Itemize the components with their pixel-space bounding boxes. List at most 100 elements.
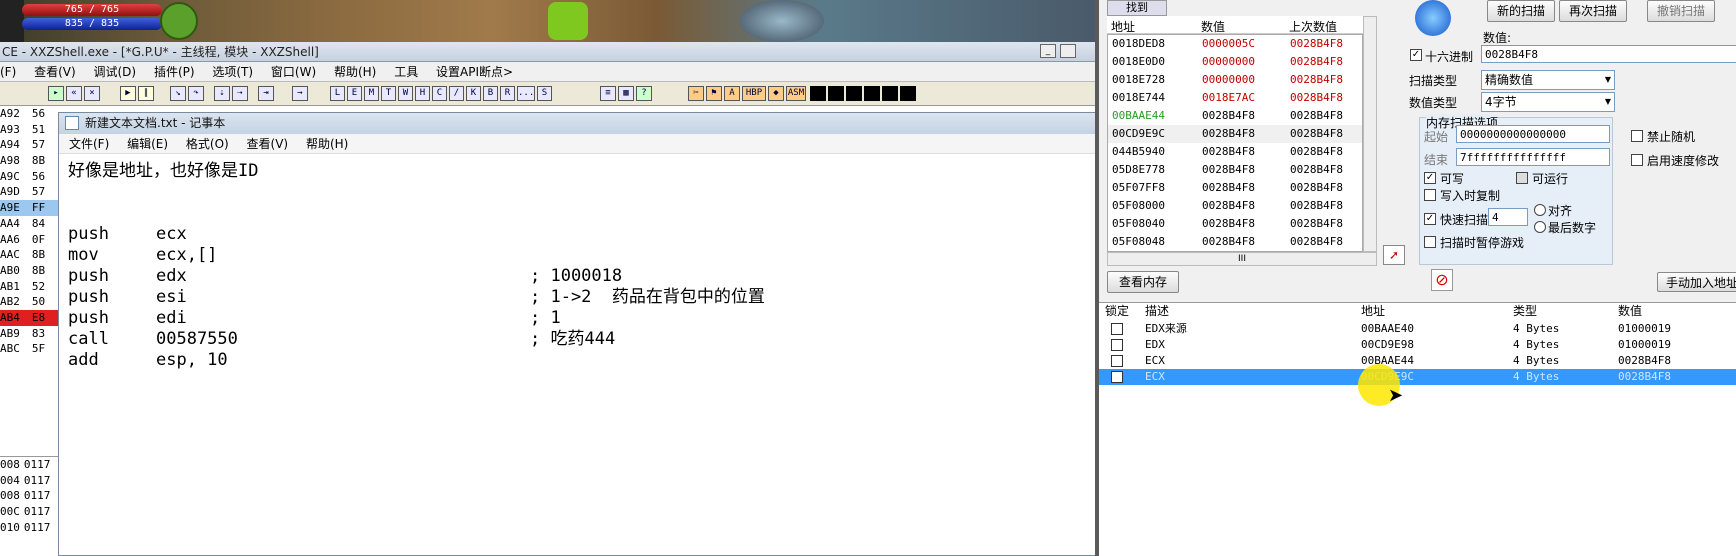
col-address[interactable]: 地址 [1111,18,1135,35]
stop-address-input[interactable]: 7fffffffffffffff [1456,148,1610,166]
writable-checkbox[interactable]: ✓ [1424,172,1436,184]
toolbar-letter-r[interactable]: R [500,86,515,101]
result-row[interactable]: 00BAAE44 0028B4F8 0028B4F8 [1108,107,1362,125]
disasm-row[interactable]: A92 56 [0,106,60,122]
col-type[interactable]: 类型 [1513,303,1537,320]
results-hscroll[interactable]: III [1107,252,1377,266]
result-row[interactable]: 0018DED8 0000005C 0028B4F8 [1108,35,1362,53]
add-to-list-arrow-icon[interactable]: ➚ [1383,245,1405,265]
plugin-icon-4[interactable]: ◆ [768,86,784,101]
toolbar-letter-h[interactable]: H [415,86,430,101]
last-digits-radio[interactable] [1534,221,1546,233]
lock-checkbox[interactable] [1111,323,1123,335]
next-scan-button[interactable]: 再次扫描 [1559,0,1627,22]
disasm-row[interactable]: AB4 E8 [0,309,60,326]
notepad-menu-help[interactable]: 帮助(H) [306,137,348,151]
value-input[interactable]: 0028B4F8 [1481,45,1736,63]
dump-row[interactable]: 010 0117 [0,520,60,536]
menu-view[interactable]: 查看(V) [34,65,76,79]
no-random-checkbox[interactable] [1631,130,1643,142]
hbp-icon[interactable]: HBP [742,86,766,101]
menu-file[interactable]: (F) [0,65,16,79]
menu-help[interactable]: 帮助(H) [334,65,376,79]
toolbar-letter-c[interactable]: C [432,86,447,101]
disasm-row[interactable]: AB2 50 [0,294,60,310]
lock-checkbox[interactable] [1111,339,1123,351]
disasm-row[interactable]: ABC 5F [0,341,60,357]
menu-window[interactable]: 窗口(W) [271,65,316,79]
maximize-button[interactable] [1060,44,1076,58]
found-tab[interactable]: 找到 [1107,0,1167,16]
toolbar-letter-k[interactable]: K [466,86,481,101]
asm-icon[interactable]: ASM [786,86,806,101]
result-row[interactable]: 05F08040 0028B4F8 0028B4F8 [1108,215,1362,233]
fast-scan-checkbox[interactable]: ✓ [1424,213,1436,225]
open-icon[interactable]: ▸ [48,86,64,101]
help-icon[interactable]: ? [636,86,652,101]
menu-set-api-breakpoint[interactable]: 设置API断点> [436,65,513,79]
stop-icon[interactable]: ⊘ [1431,269,1453,291]
toolbar-blank-3[interactable] [846,86,862,101]
toolbar-blank-2[interactable] [828,86,844,101]
disasm-row[interactable]: A9C 56 [0,169,60,185]
disasm-row[interactable]: A9E FF [0,200,60,216]
plugin-icon-3[interactable]: A [724,86,740,101]
lock-checkbox[interactable] [1111,355,1123,367]
minimize-button[interactable]: _ [1040,44,1056,58]
notepad-menu-view[interactable]: 查看(V) [247,137,289,151]
rewind-icon[interactable]: « [66,86,82,101]
result-row[interactable]: 0018E744 0018E7AC 0028B4F8 [1108,89,1362,107]
toolbar-blank-6[interactable] [900,86,916,101]
table-row[interactable]: ECX00CD9E9C4 Bytes0028B4F8 [1099,369,1736,385]
toolbar-letter-t[interactable]: T [381,86,396,101]
plugin-icon-2[interactable]: ⚑ [706,86,722,101]
col-lock[interactable]: 锁定 [1105,303,1129,320]
dump-row[interactable]: 008 0117 [0,457,60,473]
result-row[interactable]: 05F07FF8 0028B4F8 0028B4F8 [1108,179,1362,197]
add-address-manually-button[interactable]: 手动加入地址 [1657,272,1736,292]
col-description[interactable]: 描述 [1145,303,1169,320]
disasm-row[interactable]: AB9 83 [0,326,60,342]
result-row[interactable]: 0018E0D0 00000000 0028B4F8 [1108,53,1362,71]
dump-row[interactable]: 00C 0117 [0,504,60,520]
table-row[interactable]: EDX来源 00BAAE40 4 Bytes 01000019 [1099,321,1736,337]
copy-on-write-checkbox[interactable] [1424,189,1436,201]
table-row[interactable]: ECX 00BAAE44 4 Bytes 0028B4F8 [1099,353,1736,369]
disasm-row[interactable]: A9D 57 [0,184,60,200]
toolbar-blank-1[interactable] [810,86,826,101]
disasm-row[interactable]: AA4 84 [0,216,60,232]
result-row[interactable]: 00CD9E9C 0028B4F8 0028B4F8 [1108,125,1362,143]
result-row[interactable]: 05D8E778 0028B4F8 0028B4F8 [1108,161,1362,179]
menu-options[interactable]: 选项(T) [212,65,253,79]
toolbar-letter-slash[interactable]: / [449,86,464,101]
result-row[interactable]: 0018E728 00000000 0028B4F8 [1108,71,1362,89]
dump-row[interactable]: 008 0117 [0,488,60,504]
menu-debug[interactable]: 调试(D) [94,65,137,79]
toolbar-letter-w[interactable]: W [398,86,413,101]
close-icon[interactable]: × [84,86,100,101]
step-into-icon[interactable]: ↘ [170,86,186,101]
run-icon[interactable]: ▶ [120,86,136,101]
toolbar-blank-5[interactable] [882,86,898,101]
dump-row[interactable]: 004 0117 [0,473,60,489]
result-row[interactable]: 05F08048 0028B4F8 0028B4F8 [1108,233,1362,251]
col-table-value[interactable]: 数值 [1618,303,1642,320]
toolbar-letter-m[interactable]: M [364,86,379,101]
process-select-icon[interactable] [1415,0,1451,36]
align-radio[interactable] [1534,204,1546,216]
toolbar-letter-l[interactable]: L [330,86,345,101]
col-value[interactable]: 数值 [1201,18,1225,35]
toolbar-blank-4[interactable] [864,86,880,101]
col-table-address[interactable]: 地址 [1361,303,1385,320]
toolbar-letter-b[interactable]: B [483,86,498,101]
menu-tools[interactable]: 工具 [394,65,418,79]
new-scan-button[interactable]: 新的扫描 [1487,0,1555,22]
view-memory-button[interactable]: 查看内存 [1107,271,1179,293]
undo-scan-button[interactable]: 撤销扫描 [1647,0,1715,22]
value-type-select[interactable]: 4字节 [1481,92,1615,112]
disasm-row[interactable]: A98 8B [0,153,60,169]
notepad-menu-format[interactable]: 格式(O) [186,137,229,151]
notepad-menu-file[interactable]: 文件(F) [69,137,109,151]
toolbar-letter-e[interactable]: E [347,86,362,101]
fast-scan-input[interactable]: 4 [1488,208,1528,226]
